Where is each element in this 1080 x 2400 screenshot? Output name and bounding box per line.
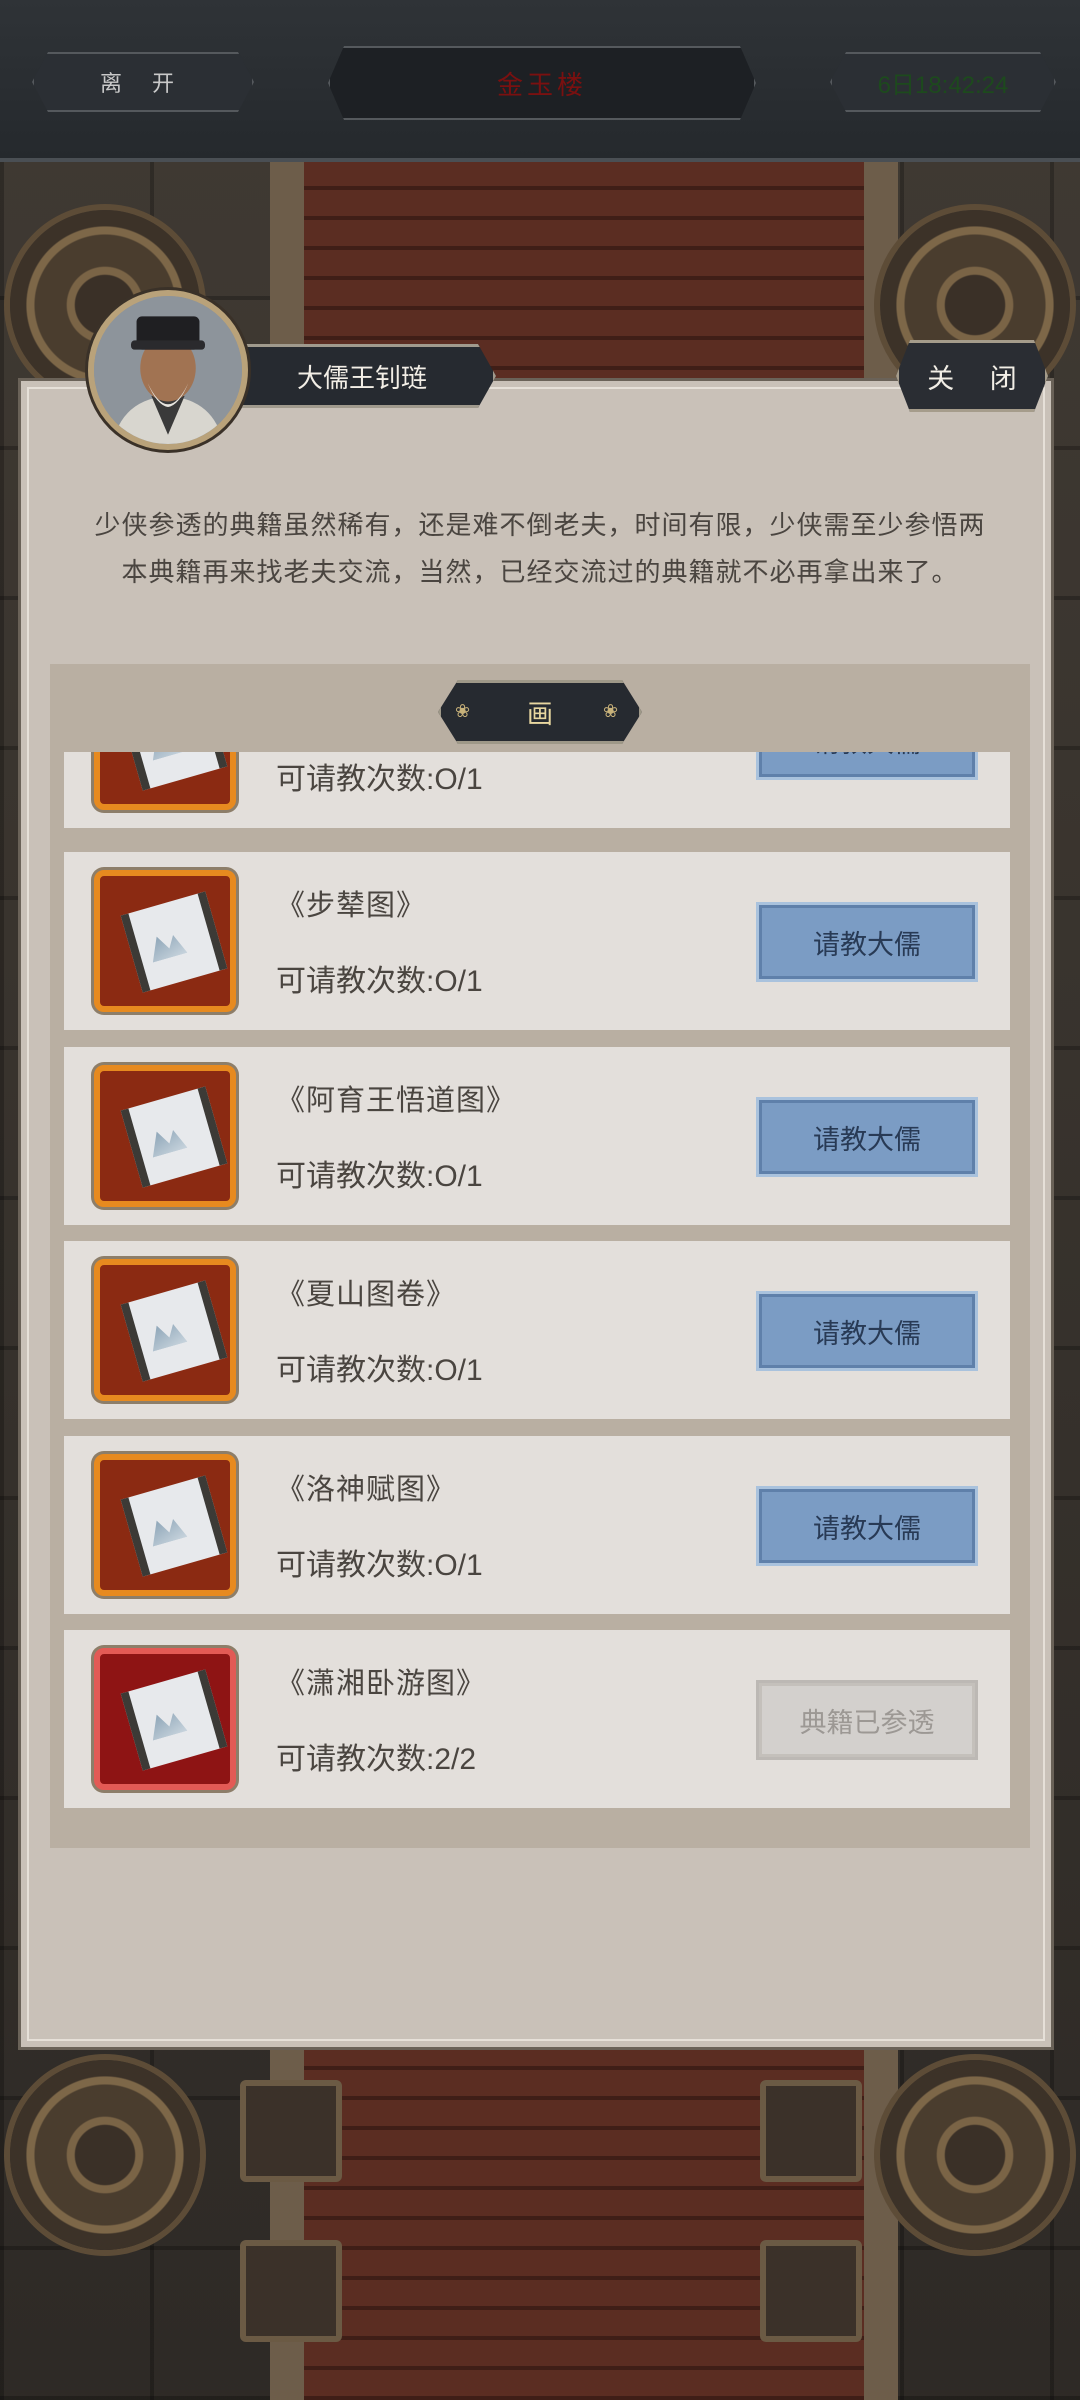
- location-title: 金玉楼: [328, 46, 756, 120]
- consult-count: 可请教次数:O/1: [276, 1354, 483, 1387]
- scholar-portrait-icon: [94, 296, 242, 444]
- ornament-icon: ❀: [455, 701, 471, 721]
- scroll-painting-icon: [94, 1259, 236, 1401]
- decorative-wheel: [10, 2060, 200, 2250]
- consult-count: 可请教次数:O/1: [276, 1549, 483, 1582]
- close-button[interactable]: 关 闭: [896, 340, 1048, 412]
- scroll-painting-icon: [94, 1454, 236, 1596]
- book-name: 《夏山图卷》: [276, 1279, 457, 1311]
- decorative-pot: [760, 2240, 862, 2342]
- consult-count: 可请教次数:O/1: [276, 1160, 483, 1193]
- scroll-painting-icon: [94, 870, 236, 1012]
- book-name: 《潇湘卧游图》: [276, 1668, 487, 1700]
- decorative-pot: [240, 2240, 342, 2342]
- list-item: 《夏山图卷》 可请教次数:O/1 请教大儒: [64, 1241, 1010, 1419]
- book-list[interactable]: 可请教次数:O/1 请教大儒 《步辇图》 可请教次数:O/1 请教大儒 《阿育王…: [64, 752, 1010, 1812]
- list-item: 《步辇图》 可请教次数:O/1 请教大儒: [64, 852, 1010, 1030]
- category-tab-painting[interactable]: ❀ 画 ❀: [438, 680, 642, 744]
- book-name: 《阿育王悟道图》: [276, 1085, 517, 1117]
- scroll-painting-icon: [94, 1065, 236, 1207]
- decorative-wheel: [880, 2060, 1070, 2250]
- consult-count: 可请教次数:2/2: [276, 1743, 477, 1776]
- book-name: 《洛神赋图》: [276, 1474, 457, 1506]
- scroll-painting-icon: [94, 752, 236, 810]
- decorative-pot: [240, 2080, 342, 2182]
- decorative-pot: [760, 2080, 862, 2182]
- consult-scholar-button[interactable]: 请教大儒: [756, 752, 978, 780]
- consult-scholar-button[interactable]: 请教大儒: [756, 1486, 978, 1566]
- consult-count: 可请教次数:O/1: [276, 763, 483, 796]
- countdown-timer: 6日18:42:24: [830, 52, 1056, 112]
- consult-scholar-button[interactable]: 请教大儒: [756, 1097, 978, 1177]
- npc-name: 大儒王钊琏: [297, 362, 428, 393]
- consult-scholar-button[interactable]: 请教大儒: [756, 1291, 978, 1371]
- mastered-status-button: 典籍已参透: [756, 1680, 978, 1760]
- ornament-icon: ❀: [603, 701, 619, 721]
- npc-name-plate: 大儒王钊琏: [232, 344, 496, 408]
- npc-avatar: [88, 290, 248, 450]
- book-name: 《步辇图》: [276, 890, 427, 922]
- list-item: 《洛神赋图》 可请教次数:O/1 请教大儒: [64, 1436, 1010, 1614]
- list-item: 《潇湘卧游图》 可请教次数:2/2 典籍已参透: [64, 1630, 1010, 1808]
- leave-button[interactable]: 离 开: [32, 52, 254, 112]
- consult-scholar-button[interactable]: 请教大儒: [756, 902, 978, 982]
- dialog-description: 少侠参透的典籍虽然稀有，还是难不倒老夫，时间有限，少侠需至少参悟两本典籍再来找老…: [94, 510, 986, 587]
- scroll-painting-icon: [94, 1648, 236, 1790]
- top-bar: 离 开 金玉楼 6日18:42:24: [0, 0, 1080, 162]
- list-item: 《阿育王悟道图》 可请教次数:O/1 请教大儒: [64, 1047, 1010, 1225]
- consult-count: 可请教次数:O/1: [276, 965, 483, 998]
- category-label: 画: [526, 698, 553, 729]
- list-item: 可请教次数:O/1 请教大儒: [64, 752, 1010, 828]
